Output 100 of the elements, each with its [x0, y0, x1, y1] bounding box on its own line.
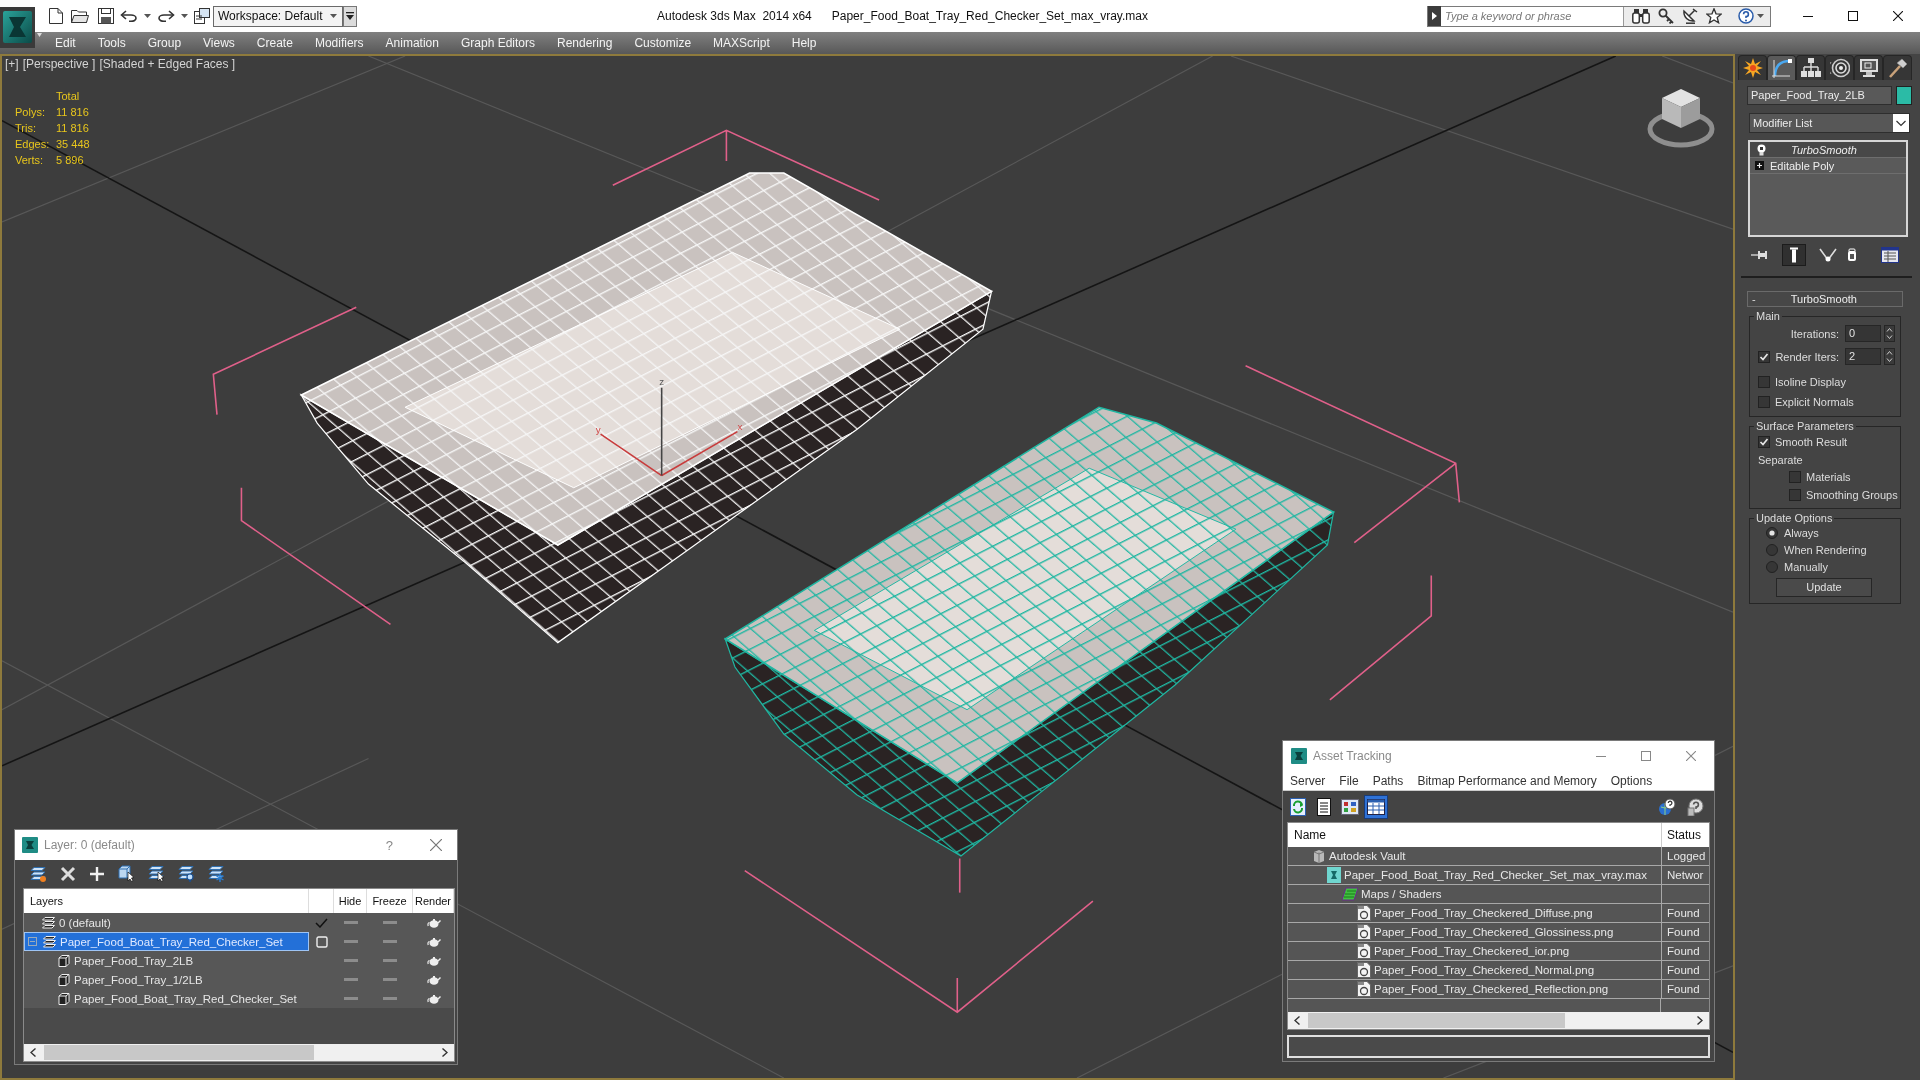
window-stack-icon[interactable] [194, 8, 210, 24]
search-field[interactable]: Type a keyword or phrase [1441, 6, 1624, 26]
menu-item[interactable]: Tools [86, 36, 137, 50]
modifier-list-dropdown[interactable]: Modifier List [1749, 113, 1910, 133]
radio-button[interactable] [1766, 543, 1778, 556]
layer-item[interactable]: Paper_Food_Boat_Tray_Red_Checker_Set [24, 932, 309, 951]
teapot-icon[interactable] [426, 955, 441, 966]
help-icon[interactable] [1686, 797, 1704, 816]
column-header[interactable]: Name [1288, 823, 1661, 847]
teapot-icon[interactable] [426, 917, 441, 928]
menu-item[interactable]: Bitmap Performance and Memory [1417, 773, 1597, 788]
close-icon[interactable] [1893, 11, 1903, 21]
axis-gizmo[interactable] [599, 386, 739, 477]
object-name-field[interactable]: Paper_Food_Tray_2LB [1747, 86, 1893, 105]
pin-icon[interactable] [1751, 249, 1767, 261]
menu-item[interactable]: Options [1610, 773, 1653, 788]
rollout-title[interactable]: TurboSmooth [1755, 293, 1902, 305]
scrollbar[interactable] [24, 1044, 454, 1061]
layer-snowflake-icon[interactable] [208, 865, 225, 882]
minimize-icon[interactable] [1803, 15, 1813, 17]
checkbox[interactable] [1758, 396, 1770, 408]
input-field[interactable] [1287, 1035, 1710, 1058]
viewcube-icon[interactable] [1647, 86, 1715, 148]
redo-icon[interactable] [157, 10, 175, 22]
asset-row[interactable]: Paper_Food_Tray_Checkered_Normal.png Found [1288, 961, 1709, 980]
checkbox[interactable] [1758, 376, 1770, 388]
viewport-menu[interactable]: [Perspective ] [22, 57, 96, 71]
scrollbar[interactable] [1288, 1012, 1709, 1029]
asset-row[interactable]: Maps / Shaders [1288, 885, 1709, 904]
stack-item[interactable]: TurboSmooth [1750, 142, 1906, 158]
arrow-right-icon[interactable] [442, 1048, 448, 1057]
menu-item[interactable]: Paths [1372, 773, 1404, 788]
spinner-field[interactable]: 0 [1845, 325, 1881, 342]
scrollbar-thumb[interactable] [1308, 1013, 1565, 1028]
table-icon[interactable] [1364, 794, 1388, 819]
key-icon[interactable] [1658, 8, 1674, 24]
stack-item[interactable]: Editable Poly [1750, 158, 1906, 174]
cube-cursor-icon[interactable] [118, 865, 135, 882]
teapot-icon[interactable] [426, 974, 441, 985]
caret-icon[interactable] [343, 5, 357, 27]
viewport-menu[interactable]: [Shaded + Edged Faces ] [99, 57, 236, 71]
workspace-dropdown[interactable]: Workspace: Default [213, 5, 343, 27]
asset-row[interactable]: Paper_Food_Tray_Checkered_Reflection.png Found [1288, 980, 1709, 999]
panel-tab[interactable] [1767, 55, 1796, 80]
satellite-dish-icon[interactable] [1682, 8, 1698, 24]
globe-help-icon[interactable] [1658, 797, 1676, 816]
layer-stack-icon[interactable] [30, 865, 47, 882]
spinner-arrows-icon[interactable] [1884, 348, 1895, 365]
panel-tab[interactable] [1738, 55, 1767, 80]
checkbox[interactable] [1789, 489, 1801, 501]
spinner-arrows-icon[interactable] [1884, 325, 1895, 342]
delete-icon[interactable] [60, 865, 76, 882]
menu-item[interactable]: Graph Editors [449, 36, 546, 50]
expand-icon[interactable] [1755, 161, 1764, 170]
fork-icon[interactable] [1819, 248, 1837, 262]
panel-tab[interactable] [1854, 55, 1883, 80]
update-button[interactable]: Update [1776, 577, 1872, 597]
asset-row[interactable]: Paper_Food_Tray_Checkered_Diffuse.png Found [1288, 904, 1709, 923]
plus-icon[interactable] [89, 865, 105, 882]
logo-icon[interactable] [0, 7, 42, 48]
floppy-icon[interactable] [98, 8, 114, 24]
collapse-toggle[interactable]: - [1752, 293, 1756, 305]
teapot-icon[interactable] [426, 936, 441, 947]
menu-item[interactable]: Server [1290, 773, 1326, 788]
asset-row[interactable]: Autodesk Vault Logged [1288, 847, 1709, 866]
checkmark-icon[interactable] [315, 917, 328, 928]
caret-icon[interactable] [144, 14, 151, 18]
menu-item[interactable]: MAXScript [702, 36, 781, 50]
help-button[interactable]: ? [385, 837, 393, 853]
layer-cursor-icon[interactable] [148, 865, 165, 882]
menu-item[interactable]: Edit [44, 36, 87, 50]
swatch-icon[interactable] [1896, 86, 1912, 105]
arrow-right-icon[interactable] [1697, 1016, 1703, 1025]
arrow-left-icon[interactable] [1294, 1016, 1300, 1025]
radio-button[interactable] [1766, 526, 1778, 539]
layer-magnifier-icon[interactable] [178, 865, 195, 882]
radio-button[interactable] [1766, 560, 1778, 573]
menu-item[interactable]: Animation [374, 36, 450, 50]
panel-tab[interactable] [1825, 55, 1854, 80]
menu-item[interactable]: Rendering [546, 36, 624, 50]
spinner-field[interactable]: 2 [1845, 348, 1881, 365]
can-icon[interactable] [1847, 248, 1857, 262]
binoculars-icon[interactable] [1632, 8, 1650, 24]
checkbox[interactable] [1789, 471, 1801, 483]
table-grid-icon[interactable] [1881, 247, 1899, 263]
caret-icon[interactable] [1757, 14, 1764, 18]
panel-tab[interactable] [1796, 55, 1825, 80]
folder-icon[interactable] [71, 9, 89, 23]
asset-row[interactable]: Paper_Food_Tray_Checkered_ior.png Found [1288, 942, 1709, 961]
menu-item[interactable]: Group [136, 36, 193, 50]
lightbulb-icon[interactable] [1757, 143, 1766, 156]
menu-item[interactable]: Help [780, 36, 828, 50]
checkbox[interactable] [1758, 350, 1770, 363]
pillar-icon[interactable] [1782, 244, 1806, 266]
asset-row[interactable]: Paper_Food_Tray_Checkered_Glossiness.png Found [1288, 923, 1709, 942]
undo-icon[interactable] [120, 10, 138, 22]
menu-item[interactable]: Customize [623, 36, 703, 50]
scrollbar-thumb[interactable] [44, 1045, 314, 1060]
menu-item[interactable]: Views [192, 36, 246, 50]
checkbox[interactable] [1758, 436, 1770, 448]
